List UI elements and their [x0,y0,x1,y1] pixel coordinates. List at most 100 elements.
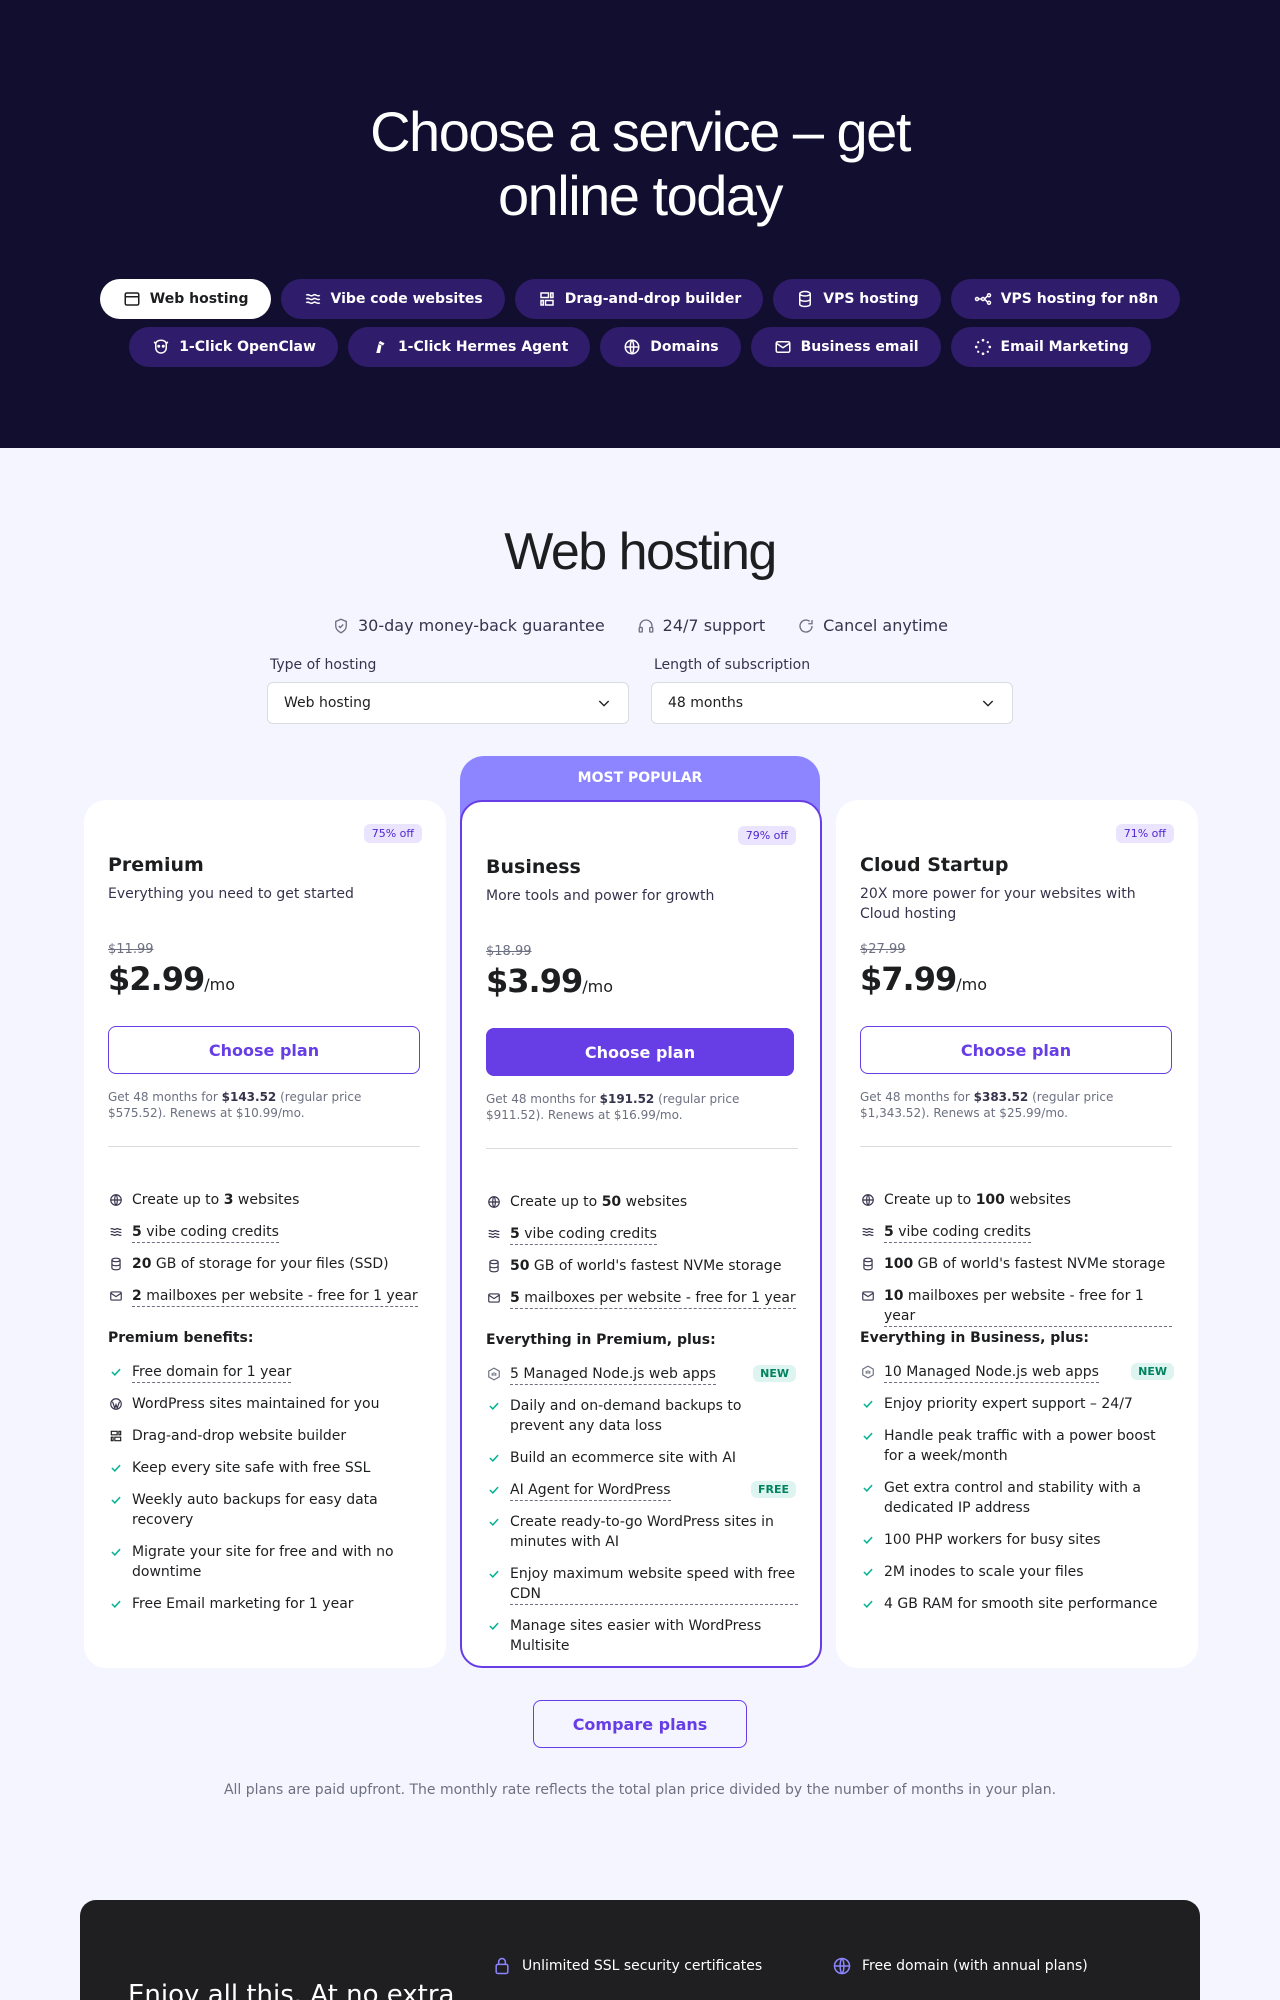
benefit-tag-new: NEW [753,1365,796,1382]
old-price: $11.99 [108,942,154,957]
hermes-icon [370,337,390,357]
benefit-item: Manage sites easier with WordPress Multi… [486,1616,798,1656]
benefit-item: 4 GB RAM for smooth site performance [860,1594,1172,1614]
service-tab-1-click-openclaw[interactable]: 1-Click OpenClaw [129,327,338,367]
benefit-text: Create ready-to-go WordPress sites in mi… [510,1514,774,1550]
nodejs-icon [860,1362,876,1382]
shield-check-icon [335,618,347,634]
mail-icon [773,337,793,357]
feature-text-pre: Create up to [510,1194,602,1210]
feature-value: 50 [601,1194,622,1210]
divider [486,1148,798,1149]
database-icon [795,289,815,309]
feature-ssl: Unlimited SSL security certificates [492,1956,762,1976]
feature-text-post: GB of storage for your files (SSD) [151,1256,389,1272]
service-tab-vps-hosting[interactable]: VPS hosting [773,279,941,319]
benefit-text: Weekly auto backups for easy data recove… [132,1492,378,1528]
feature-text-post: vibe coding credits [141,1224,279,1240]
feature-value: 5 [884,1224,894,1240]
refresh-icon [799,618,813,633]
wordpress-icon [108,1394,124,1414]
service-tab-vibe-code-websites[interactable]: Vibe code websites [280,279,505,319]
n8n-icon [973,289,993,309]
service-tab-vps-hosting-for-n8n[interactable]: VPS hosting for n8n [950,279,1181,319]
price-period: /mo [582,977,613,996]
mail-icon [486,1288,502,1308]
globe-icon [833,1957,851,1975]
service-tab-drag-and-drop-builder[interactable]: Drag-and-drop builder [514,279,764,319]
feature-text-pre: Create up to [884,1192,976,1208]
globe-icon [486,1192,502,1212]
check-icon [860,1394,876,1414]
check-icon [860,1478,876,1498]
builder-icon [537,289,557,309]
compare-plans-button[interactable]: Compare plans [533,1700,747,1748]
check-icon [108,1542,124,1562]
feature-value: 10 [884,1288,904,1304]
service-tab-web-hosting[interactable]: Web hosting [99,279,271,319]
check-icon [486,1480,502,1500]
length-of-subscription-select[interactable]: 48 months [651,682,1013,724]
check-icon [860,1426,876,1446]
benefits-heading: Everything in Premium, plus: [486,1332,716,1348]
service-tab-business-email[interactable]: Business email [750,327,941,367]
benefit-text: 100 PHP workers for busy sites [884,1532,1101,1548]
check-icon [860,1530,876,1550]
benefit-text: Daily and on-demand backups to prevent a… [510,1398,742,1434]
discount-badge: 79% off [737,826,796,845]
choose-plan-button[interactable]: Choose plan [486,1028,794,1076]
service-tab-email-marketing[interactable]: Email Marketing [950,327,1151,367]
benefit-item: Free domain for 1 year [108,1362,420,1383]
plan-card-business: 79% off Business More tools and power for … [460,800,822,1668]
plan-price: $7.99/mo [860,960,987,998]
feature-item: 10 mailboxes per website - free for 1 ye… [860,1286,1172,1327]
database-icon [486,1256,502,1276]
benefit-text: Migrate your site for free and with no d… [132,1544,394,1580]
benefit-item: Enjoy priority expert support – 24/7 [860,1394,1172,1414]
globe-icon [622,337,642,357]
feature-value: 20 [132,1256,152,1272]
benefit-item: 10 Managed Node.js web apps [860,1362,1110,1383]
headset-icon [638,618,654,633]
benefit-item: Keep every site safe with free SSL [108,1458,420,1478]
price-period: /mo [204,975,235,994]
feature-text: 5 vibe coding credits [884,1222,1031,1243]
benefit-text: 5 Managed Node.js web apps [510,1364,716,1385]
service-tab-domains[interactable]: Domains [600,327,741,367]
service-tabs-row-1: Web hosting Vibe code websites Drag-and-dr… [0,279,1280,319]
feature-value: 100 [884,1256,914,1272]
benefit-item: AI Agent for WordPress [486,1480,736,1501]
choose-plan-button[interactable]: Choose plan [860,1026,1172,1074]
feature-value: 50 [510,1258,530,1274]
section-title: Web hosting [504,523,777,581]
renewal-note: Get 48 months for $191.52 (regular price… [486,1091,798,1123]
builder-icon [108,1426,124,1446]
plan-price: $2.99/mo [108,960,235,998]
discount-badge: 75% off [363,824,422,843]
choose-plan-button[interactable]: Choose plan [108,1026,420,1074]
type-of-hosting-select[interactable]: Web hosting [267,682,629,724]
feature-text: 5 vibe coding credits [510,1224,657,1245]
service-tab-1-click-hermes-agent[interactable]: 1-Click Hermes Agent [347,327,591,367]
length-of-subscription-label: Length of subscription [654,657,811,673]
plan-description: More tools and power for growth [486,888,715,904]
feature-free-domain: Free domain (with annual plans) [832,1956,1088,1976]
discount-badge: 71% off [1115,824,1174,843]
upfront-payment-note: All plans are paid upfront. The monthly … [223,1782,1057,1798]
feature-item: 5 vibe coding credits [486,1224,798,1245]
chevron-down-icon [598,700,610,707]
check-icon [108,1362,124,1382]
guarantee-cancel: Cancel anytime [797,616,948,635]
check-icon [486,1616,502,1636]
benefit-text: Keep every site safe with free SSL [132,1460,371,1476]
bottom-panel-title: Enjoy all this. At no extra [128,1980,455,2000]
plan-name: Premium [108,854,204,876]
feature-text-post: websites [233,1192,300,1208]
check-icon [108,1458,124,1478]
feature-text: Create up to 3 websites [132,1190,299,1210]
plan-card-cloud-startup: 71% off Cloud Startup 20X more power for y… [836,800,1198,1668]
feature-text-post: GB of world's fastest NVMe storage [529,1258,782,1274]
mail-icon [108,1286,124,1306]
old-price: $27.99 [860,942,906,957]
benefit-text: Get extra control and stability with a d… [884,1480,1141,1516]
